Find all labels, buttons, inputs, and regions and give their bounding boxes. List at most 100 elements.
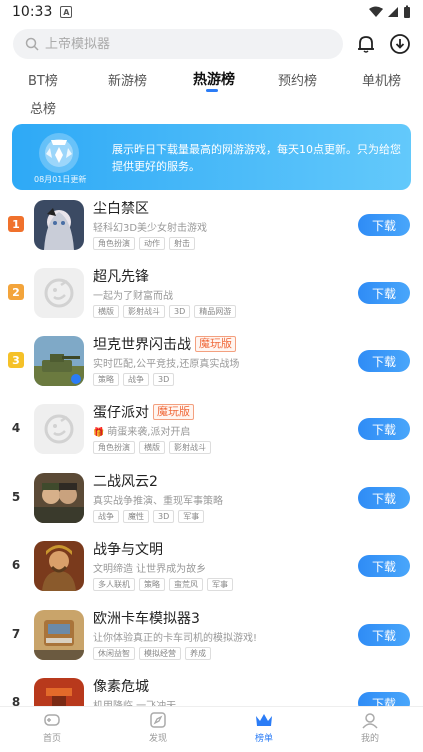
download-button[interactable]: 下载 [358, 487, 410, 509]
mod-version-badge: 魔玩版 [153, 404, 194, 420]
gamepad-icon [44, 714, 60, 726]
download-button[interactable]: 下载 [358, 282, 410, 304]
game-title: 像素危城 [93, 679, 149, 695]
list-item[interactable]: 7 欧洲卡车模拟器3 让你体验真正的卡车司机的模拟游戏! 休闲益智 模拟经营 养… [0, 602, 423, 670]
game-ranking-list: 1 尘白禁区 轻科幻3D美少女射击游戏 角色扮演 动作 射击 下载 2 超凡先锋… [0, 192, 423, 706]
crown-icon [256, 714, 272, 726]
game-tag: 军事 [178, 510, 205, 523]
game-icon-anime-girl [34, 200, 84, 250]
mod-version-badge: 魔玩版 [195, 336, 236, 352]
rank-number: 4 [11, 421, 21, 435]
game-title: 超凡先锋 [93, 269, 149, 285]
game-icon-placeholder [34, 268, 84, 318]
download-button[interactable]: 下载 [358, 555, 410, 577]
rank-number: 6 [11, 558, 21, 572]
nav-ranking-label: 榜单 [254, 734, 273, 744]
status-bar: 10:33 A [0, 0, 423, 24]
rank-number: 8 [11, 695, 21, 706]
battery-icon [404, 5, 410, 18]
list-item[interactable]: 3 坦克世界闪击战 魔玩版 实时匹配,公平竞技,还原真实战场 策略 战争 3D 下… [0, 328, 423, 396]
game-title: 坦克世界闪击战 魔玩版 [93, 334, 236, 354]
banner-update-date: 08月01日更新 [34, 175, 87, 184]
tab-single[interactable]: 单机榜 [362, 70, 401, 89]
bell-icon[interactable] [353, 31, 379, 57]
status-time: 10:33 [12, 4, 53, 20]
hot-ranking-badge-icon [39, 133, 79, 173]
game-tag: 养成 [185, 647, 211, 660]
download-manager-icon[interactable] [387, 31, 413, 57]
game-description: 文明缔造 让世界成为故乡 [93, 564, 207, 575]
game-tags: 策略 战争 3D [93, 373, 175, 386]
game-description: 一起为了财富而战 [93, 291, 173, 302]
status-icons [369, 5, 411, 19]
tab-reserve[interactable]: 预约榜 [278, 70, 317, 89]
game-tag: 3D [153, 510, 175, 523]
download-button[interactable]: 下载 [358, 692, 410, 706]
search-box[interactable] [13, 29, 343, 59]
nav-ranking[interactable]: 榜单 [234, 711, 294, 744]
game-title: 欧洲卡车模拟器3 [93, 611, 200, 627]
nav-home[interactable]: 首页 [22, 711, 82, 744]
download-button[interactable]: 下载 [358, 418, 410, 440]
game-icon-tank [34, 336, 84, 386]
game-tag: 战争 [123, 373, 149, 386]
search-icon [25, 37, 39, 51]
game-description: 机甲降临 一飞冲天 [93, 697, 176, 706]
search-row [13, 28, 413, 60]
game-title: 尘白禁区 [93, 201, 149, 217]
game-tag: 多人联机 [93, 578, 135, 591]
game-tag: 蛮荒风 [169, 578, 203, 591]
tab-bt[interactable]: BT榜 [28, 70, 58, 89]
game-tag: 横版 [139, 441, 165, 454]
game-tag: 策略 [93, 373, 119, 386]
game-tag: 模拟经营 [139, 647, 181, 660]
list-item[interactable]: 8 像素危城 机甲降临 一飞冲天 下载 [0, 670, 423, 706]
notification-a-icon: A [60, 6, 73, 18]
game-tags: 战争 魔性 3D 军事 [93, 510, 205, 523]
nav-discover-label: 发现 [148, 734, 167, 744]
game-tag: 3D [169, 305, 191, 318]
list-item[interactable]: 5 二战风云2 真实战争推演、重现军事策略 战争 魔性 3D 军事 下载 [0, 465, 423, 533]
game-tag: 军事 [207, 578, 233, 591]
hot-ranking-banner: 08月01日更新 展示昨日下载量最高的网游游戏，每天10点更新。只为给您提供更好… [12, 124, 411, 190]
download-button[interactable]: 下载 [358, 624, 410, 646]
list-item[interactable]: 4 蛋仔派对 魔玩版 🎁 萌蛋来袭,派对开启 角色扮演 横版 影射战斗 下载 [0, 396, 423, 464]
game-icon-placeholder [34, 404, 84, 454]
game-description: 真实战争推演、重现军事策略 [93, 496, 223, 507]
tab-total[interactable]: 总榜 [30, 98, 56, 117]
game-description: 轻科幻3D美少女射击游戏 [93, 223, 208, 234]
game-description: 让你体验真正的卡车司机的模拟游戏! [93, 633, 258, 644]
game-tags: 角色扮演 横版 影射战斗 [93, 441, 211, 454]
rank-medal: 2 [8, 280, 28, 300]
download-button[interactable]: 下载 [358, 214, 410, 236]
rank-number: 7 [11, 627, 21, 641]
game-tags: 角色扮演 动作 射击 [93, 237, 195, 250]
game-tag: 影射战斗 [169, 441, 211, 454]
game-tag: 战争 [93, 510, 119, 523]
nav-discover[interactable]: 发现 [128, 711, 188, 744]
game-tag: 策略 [139, 578, 165, 591]
gift-icon: 🎁 [93, 428, 105, 438]
search-input[interactable] [45, 36, 315, 52]
game-title: 二战风云2 [93, 474, 158, 490]
game-tag: 影射战斗 [123, 305, 165, 318]
download-button[interactable]: 下载 [358, 350, 410, 372]
nav-home-label: 首页 [42, 734, 61, 744]
list-item[interactable]: 1 尘白禁区 轻科幻3D美少女射击游戏 角色扮演 动作 射击 下载 [0, 192, 423, 260]
game-tag: 角色扮演 [93, 441, 135, 454]
compass-icon [150, 712, 166, 728]
rank-medal: 1 [8, 212, 28, 232]
rank-medal: 3 [8, 348, 28, 368]
list-item[interactable]: 6 战争与文明 文明缔造 让世界成为故乡 多人联机 策略 蛮荒风 军事 下载 [0, 533, 423, 601]
user-icon [362, 713, 378, 729]
nav-mine[interactable]: 我的 [340, 711, 400, 744]
tab-hot[interactable]: 热游榜 [193, 69, 235, 89]
banner-description: 展示昨日下载量最高的网游游戏，每天10点更新。只为给您提供更好的服务。 [112, 143, 401, 173]
nav-mine-label: 我的 [360, 734, 379, 744]
bottom-navigation: 首页 发现 榜单 我的 [0, 706, 423, 752]
tab-new[interactable]: 新游榜 [108, 70, 147, 89]
game-tag: 精品网游 [194, 305, 237, 318]
list-item[interactable]: 2 超凡先锋 一起为了财富而战 横版 影射战斗 3D 精品网游 下载 [0, 260, 423, 328]
game-tag: 魔性 [123, 510, 149, 523]
game-tags: 横版 影射战斗 3D 精品网游 [93, 305, 237, 318]
